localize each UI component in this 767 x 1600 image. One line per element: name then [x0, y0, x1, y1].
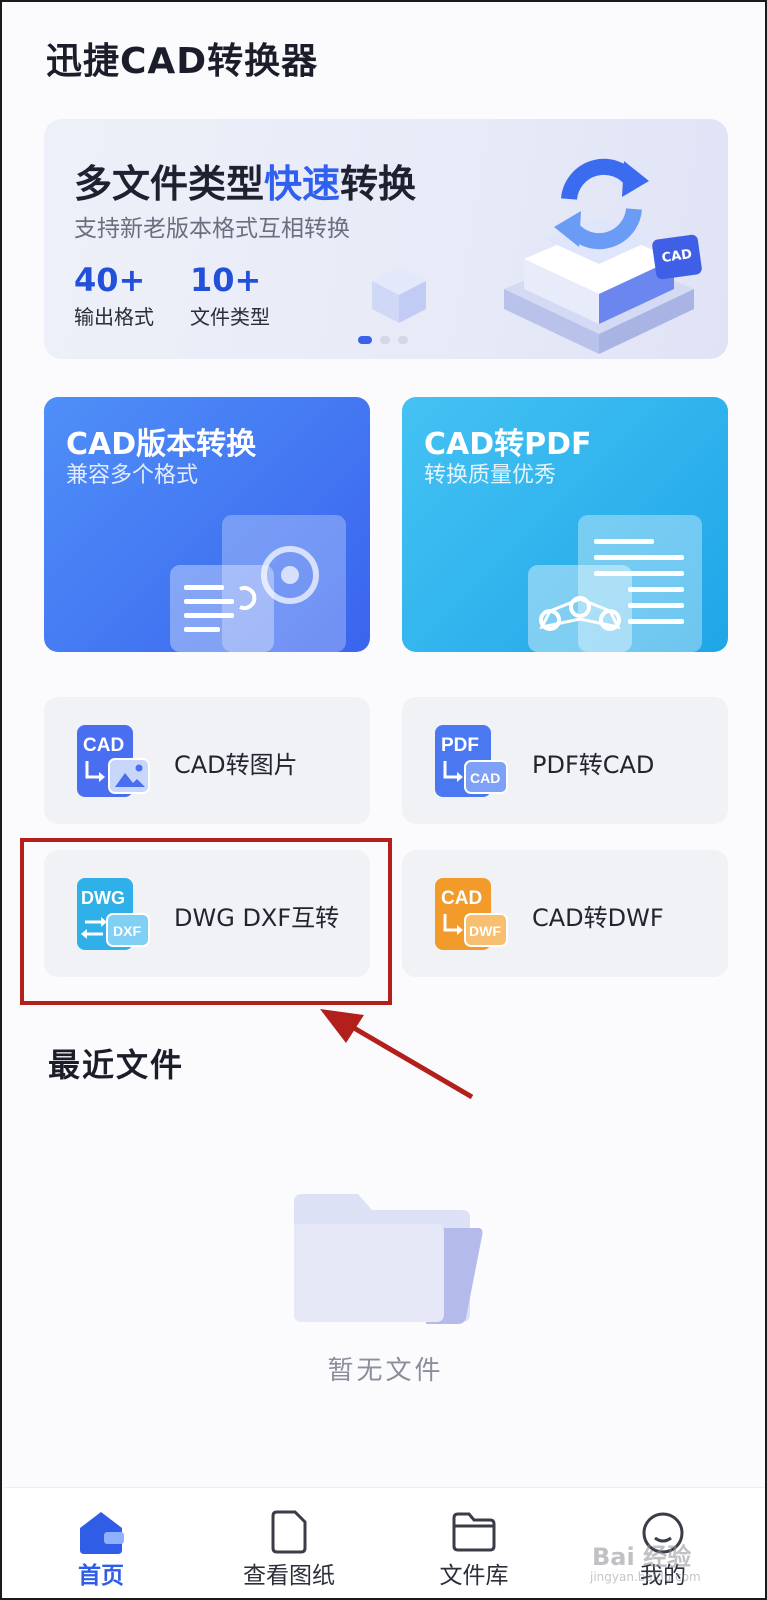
banner-subtitle: 支持新老版本格式互相转换 — [74, 216, 350, 242]
stat-value: 40+ — [74, 261, 146, 299]
cad-to-image-card[interactable]: CAD CAD转图片 — [44, 697, 370, 824]
cad-to-dwf-icon: CAD DWF — [435, 878, 508, 950]
cad-badge-icon: CAD — [651, 233, 703, 281]
stat-file-types: 10+ 文件类型 — [190, 261, 270, 330]
card-subtitle: 兼容多个格式 — [66, 463, 199, 488]
folder-icon — [452, 1512, 496, 1552]
home-icon — [80, 1512, 124, 1554]
banner-title-highlight: 快速 — [264, 162, 341, 206]
cad-to-pdf-card[interactable]: CAD转PDF 转换质量优秀 — [402, 397, 728, 652]
carousel-dot[interactable] — [398, 336, 408, 344]
blueprint-illustration — [170, 515, 346, 652]
nav-label: 查看图纸 — [243, 1563, 335, 1589]
stat-label: 输出格式 — [74, 305, 154, 329]
carousel-dots — [358, 336, 408, 344]
app-title: 迅捷CAD转换器 — [46, 41, 319, 82]
svg-text:CAD: CAD — [470, 770, 500, 786]
cube-illustration — [372, 267, 426, 323]
stat-output-formats: 40+ 输出格式 — [74, 261, 154, 330]
carousel-dot[interactable] — [380, 336, 390, 344]
svg-text:PDF: PDF — [441, 735, 479, 756]
cad-to-dwf-card[interactable]: CAD DWF CAD转DWF — [402, 850, 728, 977]
tool-label: PDF转CAD — [532, 751, 655, 779]
empty-state-text: 暂无文件 — [327, 1356, 444, 1386]
svg-text:DWF: DWF — [469, 923, 501, 939]
tool-label: CAD转图片 — [174, 751, 298, 779]
recent-files-title: 最近文件 — [48, 1046, 185, 1084]
svg-text:CAD: CAD — [83, 735, 124, 756]
cad-badge-label: CAD — [660, 246, 694, 267]
nav-file-library[interactable]: 文件库 — [399, 1488, 549, 1598]
annotation-highlight-box — [20, 838, 392, 1005]
drawing-icon — [271, 1510, 307, 1554]
pdf-to-cad-card[interactable]: PDF CAD PDF转CAD — [402, 697, 728, 824]
app-screen: 迅捷CAD转换器 多文件类型快速转换 支持新老版本格式互相转换 40+ 输出格式… — [0, 0, 767, 1600]
document-illustration — [528, 515, 702, 652]
pdf-to-cad-icon: PDF CAD — [435, 725, 508, 797]
stat-value: 10+ — [190, 261, 262, 299]
nav-label: 文件库 — [439, 1563, 509, 1589]
tool-label: CAD转DWF — [532, 904, 664, 932]
banner-title-after: 转换 — [340, 162, 417, 206]
cad-to-image-icon: CAD — [77, 725, 150, 797]
card-subtitle: 转换质量优秀 — [424, 463, 557, 488]
nav-home[interactable]: 首页 — [26, 1488, 176, 1598]
stat-label: 文件类型 — [190, 305, 270, 329]
empty-folder-icon — [294, 1194, 483, 1324]
watermark-url: jingyan.baidu.com — [590, 1570, 701, 1584]
carousel-dot[interactable] — [358, 336, 372, 344]
promo-banner[interactable]: 多文件类型快速转换 支持新老版本格式互相转换 40+ 输出格式 10+ 文件类型 — [44, 119, 728, 359]
banner-title: 多文件类型快速转换 — [74, 153, 416, 208]
svg-text:CAD: CAD — [441, 888, 482, 909]
nav-label: 首页 — [78, 1563, 124, 1589]
annotation-arrow — [320, 1009, 474, 1100]
nav-view-drawings[interactable]: 查看图纸 — [214, 1488, 364, 1598]
banner-title-before: 多文件类型 — [74, 162, 265, 206]
watermark: Bai 经验 — [592, 1543, 692, 1571]
cad-version-convert-card[interactable]: CAD版本转换 兼容多个格式 — [44, 397, 370, 652]
